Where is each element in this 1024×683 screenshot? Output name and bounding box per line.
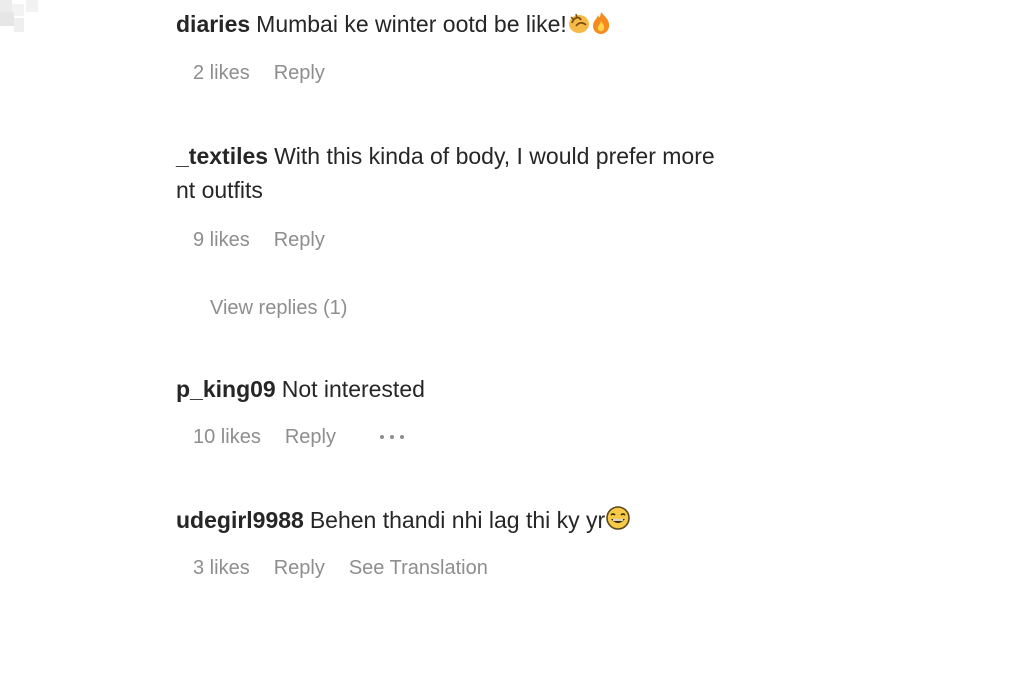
reply-button[interactable]: Reply [274, 554, 325, 582]
comment-body-line2: nt outfits [176, 177, 263, 203]
grinning-sweat-emoji-icon [605, 505, 631, 540]
see-translation-button[interactable]: See Translation [349, 554, 488, 582]
comment-body: Behen thandi nhi lag thi ky yr [309, 507, 606, 533]
comment-meta: 3 likes Reply See Translation [193, 554, 488, 582]
comment-item: diaries Mumbai ke winter ootd be like! [176, 7, 856, 44]
likes-count[interactable]: 3 likes [193, 554, 250, 582]
reply-button[interactable]: Reply [274, 226, 325, 254]
reply-button[interactable]: Reply [274, 59, 325, 87]
comment-username[interactable]: _textiles [176, 143, 268, 169]
comment-username[interactable]: diaries [176, 11, 250, 37]
more-options-icon[interactable] [379, 435, 404, 439]
comment-item: _textiles With this kinda of body, I woul… [176, 139, 856, 207]
likes-count[interactable]: 9 likes [193, 226, 250, 254]
comment-body: Not interested [281, 376, 425, 402]
comment-text: diaries Mumbai ke winter ootd be like! [176, 7, 856, 44]
view-replies-button[interactable]: View replies (1) [210, 294, 347, 322]
comment-item: p_king09 Not interested [176, 372, 856, 406]
comment-meta: 9 likes Reply [193, 226, 325, 254]
likes-count[interactable]: 10 likes [193, 423, 261, 451]
comment-text: p_king09 Not interested [176, 372, 856, 406]
corner-artifact [0, 0, 44, 44]
comment-text: udegirl9988 Behen thandi nhi lag thi ky y… [176, 503, 856, 540]
reply-button[interactable]: Reply [285, 423, 336, 451]
comments-list: diaries Mumbai ke winter ootd be like! 2 … [176, 0, 876, 683]
clapping-hands-emoji-icon [567, 10, 591, 44]
comment-text: _textiles With this kinda of body, I woul… [176, 139, 856, 173]
comment-body: Mumbai ke winter ootd be like! [256, 11, 567, 37]
fire-emoji-icon [591, 10, 611, 44]
comment-meta: 10 likes Reply [193, 423, 404, 451]
comment-text-continued: nt outfits [176, 173, 856, 207]
comment-item: udegirl9988 Behen thandi nhi lag thi ky y… [176, 503, 856, 540]
comment-meta: 2 likes Reply [193, 59, 325, 87]
comment-body: With this kinda of body, I would prefer … [274, 143, 715, 169]
likes-count[interactable]: 2 likes [193, 59, 250, 87]
comment-username[interactable]: p_king09 [176, 376, 276, 402]
comment-username[interactable]: udegirl9988 [176, 507, 304, 533]
